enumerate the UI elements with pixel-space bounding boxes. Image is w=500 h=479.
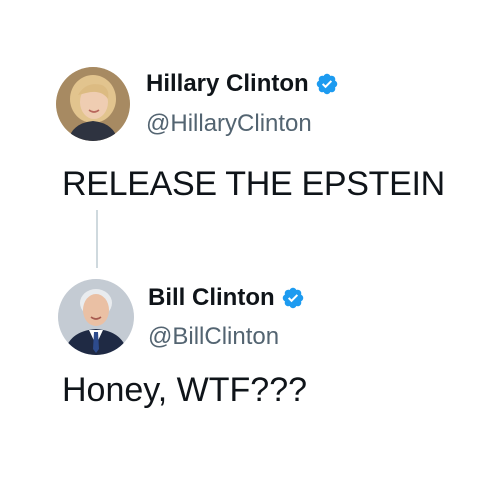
author-handle[interactable]: @BillClinton: [148, 323, 279, 351]
thread-connector-line: [96, 210, 98, 268]
avatar[interactable]: [58, 279, 134, 355]
author-handle[interactable]: @HillaryClinton: [146, 110, 312, 138]
verified-badge-icon: [315, 72, 339, 96]
verified-badge-icon: [281, 286, 305, 310]
avatar-photo-hillary: [56, 67, 130, 141]
tweet-hillary[interactable]: Hillary Clinton @HillaryClinton RELEASE …: [0, 0, 500, 250]
avatar-photo-bill: [58, 279, 134, 355]
author-name-row[interactable]: Hillary Clinton: [146, 70, 339, 98]
tweet-bill[interactable]: Bill Clinton @BillClinton Honey, WTF???: [0, 270, 500, 479]
avatar[interactable]: [56, 67, 130, 141]
author-name[interactable]: Bill Clinton: [148, 284, 275, 312]
tweet-text: Honey, WTF???: [62, 371, 308, 409]
tweet-text: RELEASE THE EPSTEIN: [62, 165, 445, 203]
author-name[interactable]: Hillary Clinton: [146, 70, 309, 98]
author-name-row[interactable]: Bill Clinton: [148, 284, 305, 312]
